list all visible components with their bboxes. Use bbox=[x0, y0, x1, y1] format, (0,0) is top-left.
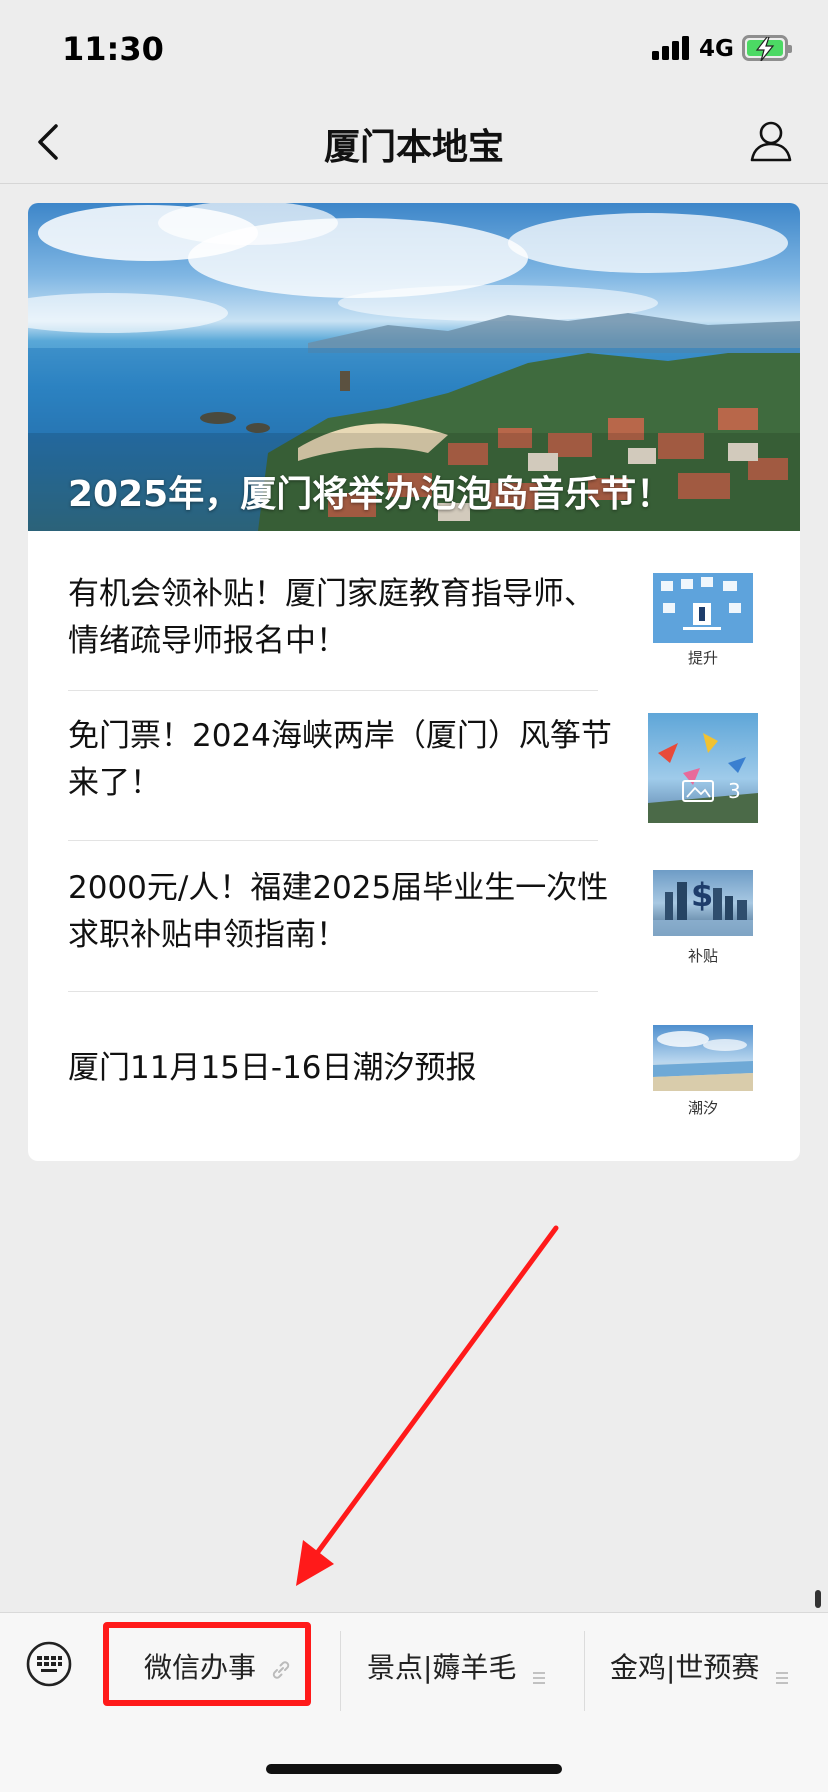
divider bbox=[68, 690, 598, 691]
article-thumbnail: 3 bbox=[648, 713, 758, 823]
nav-bar: 厦门本地宝 bbox=[0, 100, 828, 184]
menu-item-label: 金鸡|世预赛 bbox=[610, 1651, 760, 1684]
article-item[interactable]: 厦门11月15日-16日潮汐预报 潮汐 bbox=[68, 1015, 760, 1135]
list-icon bbox=[775, 1659, 789, 1684]
keyboard-icon[interactable] bbox=[26, 1641, 72, 1687]
hero-article[interactable]: 2025年，厦门将举办泡泡岛音乐节！ bbox=[28, 203, 800, 531]
status-time: 11:30 bbox=[62, 30, 164, 68]
divider bbox=[68, 991, 598, 992]
thumbnail-label: 补贴 bbox=[687, 947, 718, 965]
menu-item-attractions[interactable]: 景点|薅羊毛 bbox=[367, 1641, 546, 1691]
thumbnail-label: 提升 bbox=[687, 649, 718, 667]
home-indicator bbox=[266, 1764, 562, 1774]
article-thumbnail bbox=[653, 573, 753, 643]
scroll-indicator bbox=[815, 1590, 821, 1608]
network-type: 4G bbox=[699, 36, 734, 62]
image-count-badge: 3 bbox=[728, 779, 741, 803]
menu-item-golden-rooster[interactable]: 金鸡|世预赛 bbox=[610, 1641, 789, 1691]
article-item[interactable]: 有机会领补贴！厦门家庭教育指导师、情绪疏导师报名中！ 提升 bbox=[68, 563, 760, 683]
article-title: 免门票！2024海峡两岸（厦门）风筝节来了！ bbox=[68, 718, 612, 801]
thumbnail-label: 潮汐 bbox=[687, 1099, 718, 1117]
menu-item-label: 景点|薅羊毛 bbox=[367, 1651, 517, 1684]
battery-icon bbox=[742, 35, 792, 61]
menu-divider bbox=[584, 1631, 585, 1711]
menu-divider bbox=[340, 1631, 341, 1711]
status-bar: 11:30 4G bbox=[0, 0, 828, 100]
article-item[interactable]: 2000元/人！福建2025届毕业生一次性求职补贴申领指南！ $ 补贴 bbox=[68, 865, 760, 985]
article-title: 厦门11月15日-16日潮汐预报 bbox=[68, 1050, 477, 1086]
page-title: 厦门本地宝 bbox=[323, 127, 504, 168]
svg-text:$: $ bbox=[691, 876, 713, 914]
list-icon bbox=[532, 1659, 546, 1684]
article-card: 2025年，厦门将举办泡泡岛音乐节！ 有机会领补贴！厦门家庭教育指导师、情绪疏导… bbox=[28, 203, 800, 1161]
user-profile-icon[interactable] bbox=[748, 118, 794, 164]
divider bbox=[68, 840, 598, 841]
article-thumbnail bbox=[653, 1025, 753, 1091]
hero-caption: 2025年，厦门将举办泡泡岛音乐节！ bbox=[68, 474, 673, 515]
article-title: 有机会领补贴！厦门家庭教育指导师、情绪疏导师报名中！ bbox=[68, 576, 595, 659]
article-item[interactable]: 免门票！2024海峡两岸（厦门）风筝节来了！ 3 bbox=[68, 713, 760, 843]
highlight-box bbox=[103, 1622, 311, 1706]
article-thumbnail: $ bbox=[653, 870, 753, 936]
signal-icon bbox=[652, 36, 692, 60]
article-title: 2000元/人！福建2025届毕业生一次性求职补贴申领指南！ bbox=[68, 870, 609, 953]
